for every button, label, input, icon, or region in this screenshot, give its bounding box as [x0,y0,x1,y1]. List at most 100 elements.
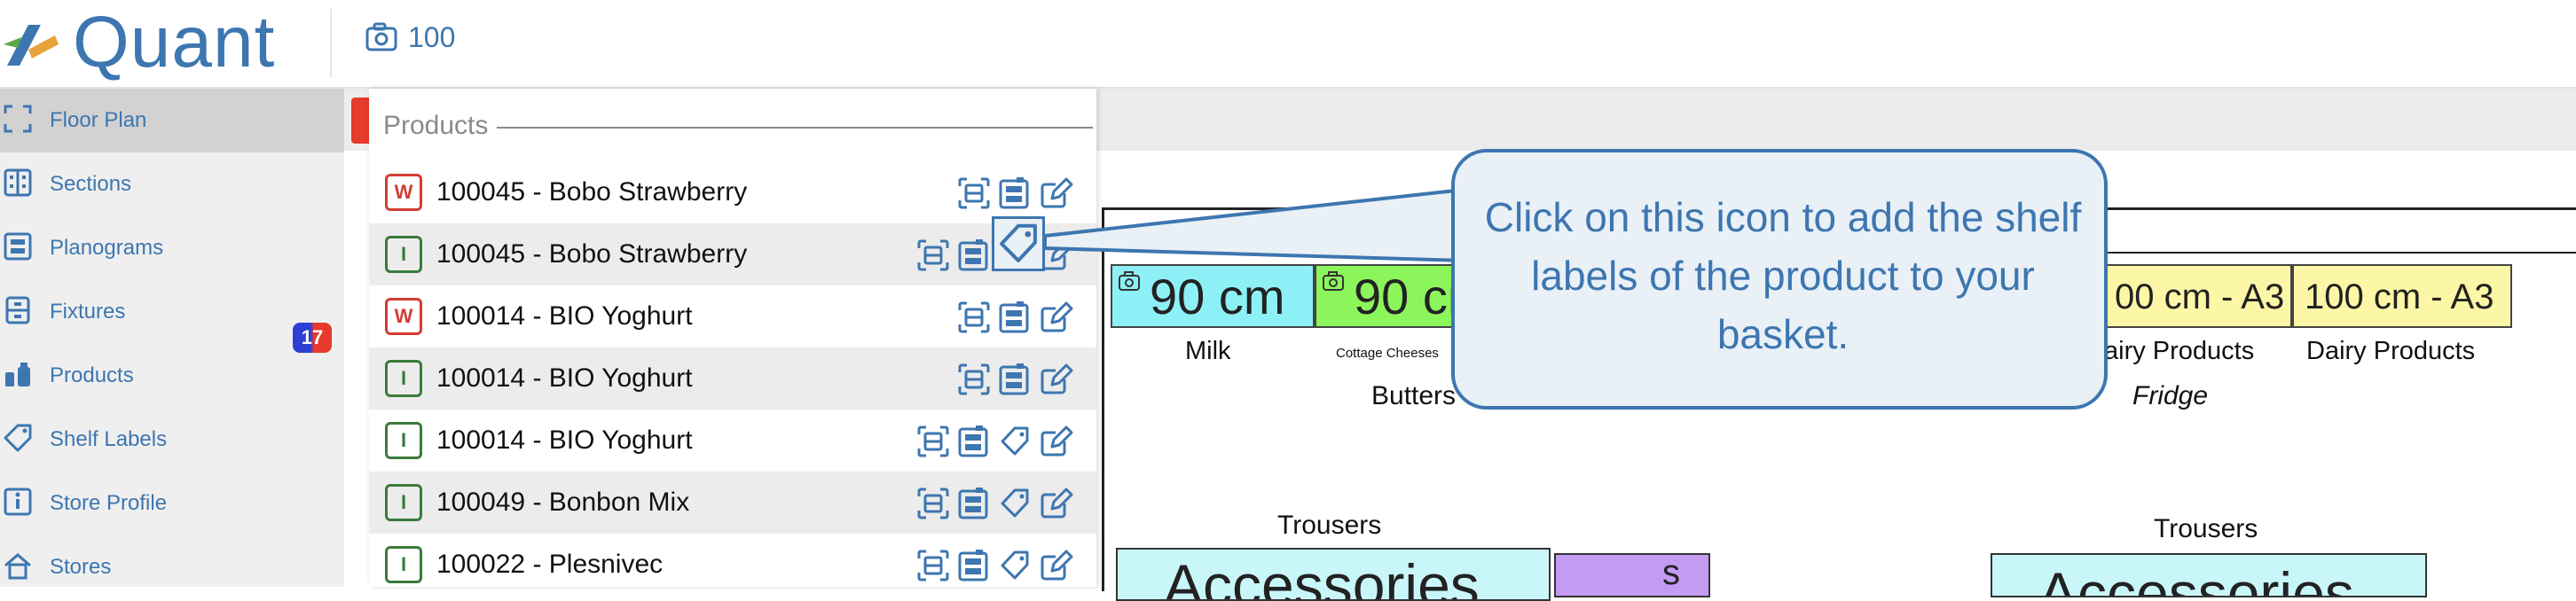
scan-icon[interactable] [915,424,951,459]
shelf-label-icon-highlight[interactable] [992,216,1045,271]
edit-icon[interactable] [1038,424,1073,459]
app-name: Quant [73,2,276,82]
sidebar-item-label: Store Profile [50,491,168,515]
shelf-labels-icon [4,424,32,452]
product-name: 100045 - Bobo Strawberry [436,239,748,269]
sidebar-item-floor-plan[interactable]: Floor Plan [0,89,344,152]
fixture-label: Accessories [1164,552,1480,601]
products-panel: Products W 100045 - Bobo Strawberry I 10004… [369,89,1096,587]
product-row[interactable]: I 100045 - Bobo Strawberry [369,223,1096,285]
shelf-dairy-products-1[interactable]: 00 cm - A3 [2102,264,2292,328]
scan-icon[interactable] [915,486,951,521]
product-row[interactable]: I 100049 - Bonbon Mix [369,472,1096,534]
products-panel-title: Products [383,108,498,144]
edit-icon[interactable] [1038,176,1073,211]
planogram-icon[interactable] [956,238,992,273]
planogram-icon[interactable] [956,548,992,583]
sidebar-item-products[interactable]: Products [0,344,344,408]
fixture-accessories-2[interactable]: Accessories [1991,553,2427,597]
fixture-label: Accessories [2038,560,2354,597]
sidebar-item-planograms[interactable]: Planograms [0,216,344,280]
product-name: 100014 - BIO Yoghurt [436,363,693,393]
item-type-badge: I [385,236,422,273]
shelf-dairy-products-2[interactable]: 100 cm - A3 [2292,264,2512,328]
planogram-icon[interactable] [956,486,992,521]
shelf-label-dairy-products-2: Dairy Products [2306,337,2476,365]
planograms-icon [4,232,32,261]
header-divider [330,9,332,78]
sidebar-item-label: Fixtures [50,300,126,324]
product-row[interactable]: I 100014 - BIO Yoghurt [369,410,1096,472]
sidebar-item-label: Shelf Labels [50,427,168,451]
shelf-label-tag-icon [1000,223,1037,262]
shelf-milk[interactable]: 90 cm [1111,264,1315,328]
camera-icon [1323,271,1344,291]
scan-icon[interactable] [956,362,992,397]
fixture-label: s [1662,553,1680,592]
quant-logo[interactable]: Quant [0,2,293,82]
sidebar-item-label: Planograms [50,236,164,260]
item-type-badge: I [385,422,422,459]
product-name: 100014 - BIO Yoghurt [436,301,693,331]
sections-icon [4,168,32,197]
product-name: 100049 - Bonbon Mix [436,488,690,517]
sidebar-item-stores[interactable]: Stores [0,535,344,599]
group-label-fridge: Fridge [2132,381,2209,410]
shelf-label-tag-icon[interactable] [997,486,1033,521]
group-label-trousers: Trousers [2154,514,2258,543]
edit-icon[interactable] [1038,548,1073,583]
item-type-badge: I [385,484,422,521]
shelf-size: 100 cm - A3 [2305,277,2494,316]
shelf-label-tag-icon[interactable] [997,424,1033,459]
sidebar-item-store-profile[interactable]: Store Profile [0,472,344,535]
planogram-icon[interactable] [997,176,1033,211]
fixture-accessories-1[interactable]: Accessories [1116,548,1551,601]
scan-icon[interactable] [915,238,951,273]
floor-plan-wall [2102,252,2576,254]
camera-icon[interactable] [364,20,399,55]
shelf-cottage-cheeses[interactable]: 90 cm [1315,264,1457,328]
shelf-label-milk: Milk [1185,337,1231,365]
edit-icon[interactable] [1038,486,1073,521]
shelf-label-cottage-cheeses: Cottage Cheeses [1336,346,1439,361]
collapse-panel-tab[interactable] [351,98,371,144]
planogram-icon[interactable] [956,424,992,459]
planogram-icon[interactable] [997,300,1033,335]
tooltip-text: Click on this icon to add the shelf labe… [1484,194,2082,357]
product-row[interactable]: I 100014 - BIO Yoghurt [369,347,1096,410]
group-label-butters: Butters [1371,381,1457,410]
store-profile-icon [4,488,32,516]
shelf-size: 90 cm [1150,269,1285,324]
tooltip-pointer-cover [1455,191,1469,259]
sidebar: Floor Plan Sections Planograms Fixtures … [0,89,344,587]
quant-logo-mark-icon [4,25,59,66]
products-icon [5,363,30,386]
shelf-label-tag-icon[interactable] [997,548,1033,583]
shelf-size: 90 cm [1354,269,1455,324]
sidebar-item-label: Floor Plan [50,108,147,132]
product-row[interactable]: W 100045 - Bobo Strawberry [369,161,1096,223]
scan-icon[interactable] [915,548,951,583]
photo-counter[interactable]: 100 [408,18,455,57]
shelf-label-dairy-products-1: airy Products [2104,337,2255,365]
warehouse-type-badge: W [385,298,422,335]
group-label-trousers: Trousers [1277,511,1382,540]
sidebar-item-label: Products [50,363,134,387]
product-name: 100014 - BIO Yoghurt [436,425,693,455]
top-bar: Quant 100 [0,0,2576,89]
warehouse-type-badge: W [385,174,422,211]
edit-icon[interactable] [1038,362,1073,397]
scan-icon[interactable] [956,176,992,211]
product-row[interactable]: W 100014 - BIO Yoghurt [369,285,1096,347]
sidebar-item-label: Stores [50,555,112,579]
edit-icon[interactable] [1038,300,1073,335]
sidebar-item-shelf-labels[interactable]: Shelf Labels [0,408,344,472]
planogram-icon[interactable] [997,362,1033,397]
product-name: 100022 - Plesnivec [436,550,664,579]
scan-icon[interactable] [956,300,992,335]
sidebar-item-sections[interactable]: Sections [0,152,344,216]
sidebar-item-label: Sections [50,172,132,196]
floor-plan-icon [4,105,32,133]
fixture-purple[interactable]: s [1554,553,1710,597]
shelf-size: 00 cm - A3 [2115,277,2285,316]
